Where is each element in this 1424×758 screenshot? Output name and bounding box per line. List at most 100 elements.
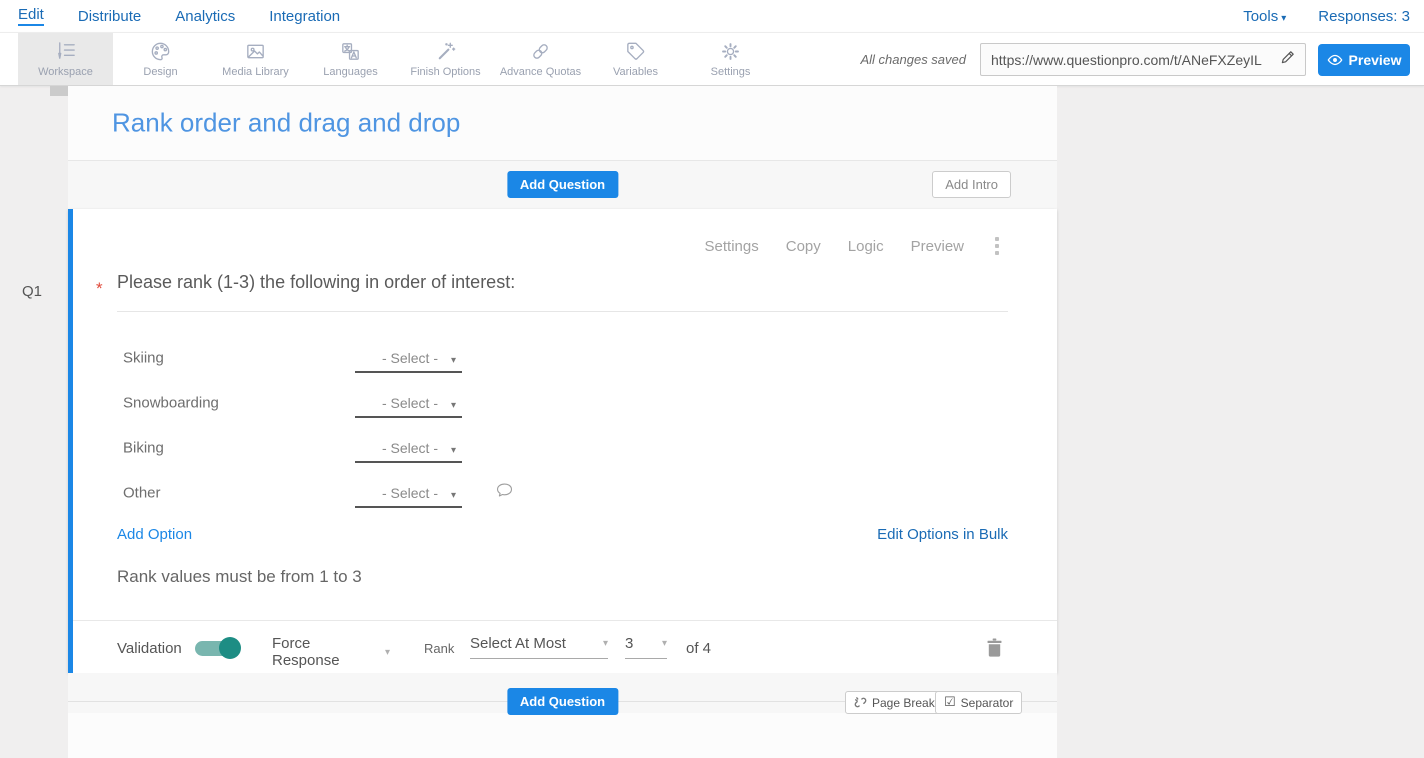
preview-label: Preview	[1349, 52, 1402, 68]
select-placeholder: - Select -	[369, 395, 451, 411]
chevron-down-icon: ▾	[451, 355, 456, 366]
toolbar-item-media-library[interactable]: Media Library	[208, 33, 303, 85]
gear-icon	[719, 40, 742, 63]
add-option-link[interactable]: Add Option	[117, 526, 192, 543]
tab-distribute[interactable]: Distribute	[78, 8, 141, 25]
count-value: 3	[625, 635, 656, 652]
top-nav-right: Tools▾ Responses: 3	[1243, 8, 1410, 25]
question-divider	[117, 311, 1008, 312]
validation-bar: Validation Force Response ▾ Rank Select …	[73, 620, 1057, 673]
chain-links-icon	[529, 40, 552, 63]
toolbar-item-label: Media Library	[222, 66, 289, 78]
toolbar-item-languages[interactable]: Languages	[303, 33, 398, 85]
chevron-down-icon: ▾	[451, 400, 456, 411]
add-question-button[interactable]: Add Question	[507, 171, 618, 198]
option-row: Skiing - Select - ▾	[73, 343, 1057, 373]
chevron-down-icon: ▾	[662, 638, 667, 649]
responses-link[interactable]: Responses: 3	[1318, 8, 1410, 25]
top-nav: Edit Distribute Analytics Integration To…	[0, 0, 1424, 32]
toolbar-item-advance-quotas[interactable]: Advance Quotas	[493, 33, 588, 85]
rank-select[interactable]: - Select - ▾	[355, 436, 462, 463]
required-marker: *	[96, 279, 103, 299]
question-card: Settings Copy Logic Preview * Please ran…	[68, 209, 1057, 673]
question-settings-link[interactable]: Settings	[705, 238, 759, 255]
editor-toolbar: Workspace Design Media Library Languages…	[0, 32, 1424, 86]
toolbar-item-variables[interactable]: Variables	[588, 33, 683, 85]
palette-icon	[149, 40, 172, 63]
option-label[interactable]: Snowboarding	[123, 395, 219, 412]
edit-url-icon[interactable]	[1280, 49, 1296, 70]
chevron-down-icon: ▾	[1281, 13, 1286, 24]
toolbar-item-label: Settings	[711, 66, 751, 78]
add-question-row-bottom: Add Question Page Break ☑ Separator	[68, 673, 1057, 758]
survey-title-section: Rank order and drag and drop	[68, 86, 1057, 161]
rank-select[interactable]: - Select - ▾	[355, 391, 462, 418]
select-mode-value: Select At Most	[470, 635, 597, 652]
tab-integration[interactable]: Integration	[269, 8, 340, 25]
separator-label: Separator	[961, 696, 1014, 710]
toolbar-item-settings[interactable]: Settings	[683, 33, 778, 85]
survey-url-field[interactable]: https://www.questionpro.com/t/ANeFXZeyIL	[980, 43, 1306, 76]
question-logic-link[interactable]: Logic	[848, 238, 884, 255]
rank-select[interactable]: - Select - ▾	[355, 346, 462, 373]
select-placeholder: - Select -	[369, 440, 451, 456]
tab-edit[interactable]: Edit	[18, 6, 44, 26]
broken-link-icon	[854, 696, 867, 709]
survey-url-text: https://www.questionpro.com/t/ANeFXZeyIL	[991, 52, 1271, 68]
preview-button[interactable]: Preview	[1318, 44, 1410, 76]
tag-icon	[624, 40, 647, 63]
checkbox-checked-icon: ☑	[944, 695, 956, 710]
toolbar-item-label: Variables	[613, 66, 658, 78]
delete-question-icon[interactable]	[987, 638, 1002, 662]
separator-button[interactable]: ☑ Separator	[935, 691, 1022, 714]
tab-analytics[interactable]: Analytics	[175, 8, 235, 25]
validation-toggle[interactable]	[195, 641, 239, 656]
tools-dropdown[interactable]: Tools▾	[1243, 8, 1286, 25]
option-row: Other - Select - ▾	[73, 478, 1057, 508]
rank-select[interactable]: - Select - ▾	[355, 481, 462, 508]
toolbar-item-label: Workspace	[38, 66, 93, 78]
toolbar-item-label: Advance Quotas	[500, 66, 581, 78]
option-label[interactable]: Biking	[123, 440, 164, 457]
comment-bubble-icon[interactable]	[496, 482, 513, 503]
translate-icon	[339, 40, 362, 63]
select-mode-dropdown[interactable]: Select At Most ▾	[470, 635, 608, 659]
rank-label: Rank	[424, 641, 454, 656]
survey-title[interactable]: Rank order and drag and drop	[112, 108, 460, 139]
autosave-status: All changes saved	[860, 33, 966, 87]
question-text[interactable]: Please rank (1-3) the following in order…	[117, 272, 515, 293]
chevron-down-icon: ▾	[451, 445, 456, 456]
option-row: Biking - Select - ▾	[73, 433, 1057, 463]
option-label[interactable]: Other	[123, 485, 161, 502]
toolbar-item-label: Finish Options	[410, 66, 480, 78]
force-response-select[interactable]: Force Response ▾	[272, 635, 390, 676]
edit-options-in-bulk-link[interactable]: Edit Options in Bulk	[877, 526, 1008, 543]
toggle-knob	[219, 637, 241, 659]
pen-list-icon	[54, 40, 77, 63]
toolbar-item-workspace[interactable]: Workspace	[18, 33, 113, 85]
page-break-button[interactable]: Page Break	[845, 691, 944, 714]
add-question-button[interactable]: Add Question	[507, 688, 618, 715]
option-row: Snowboarding - Select - ▾	[73, 388, 1057, 418]
question-menu: Settings Copy Logic Preview	[705, 237, 999, 255]
add-question-row-top: Add Question Add Intro	[68, 161, 1057, 209]
more-options-icon[interactable]	[995, 237, 999, 255]
chevron-down-icon: ▾	[603, 638, 608, 649]
question-preview-link[interactable]: Preview	[911, 238, 964, 255]
select-placeholder: - Select -	[369, 350, 451, 366]
question-number: Q1	[22, 283, 42, 300]
chevron-down-icon: ▾	[385, 647, 390, 658]
toolbar-item-design[interactable]: Design	[113, 33, 208, 85]
eye-icon	[1327, 54, 1343, 66]
force-response-value: Force Response	[272, 635, 379, 669]
toolbar-item-label: Languages	[323, 66, 377, 78]
image-icon	[244, 40, 267, 63]
toolbar-item-finish-options[interactable]: Finish Options	[398, 33, 493, 85]
question-copy-link[interactable]: Copy	[786, 238, 821, 255]
scrollbar-thumb[interactable]	[50, 86, 68, 96]
validation-label: Validation	[117, 640, 182, 657]
count-dropdown[interactable]: 3 ▾	[625, 635, 667, 659]
option-label[interactable]: Skiing	[123, 350, 164, 367]
next-page-panel	[68, 713, 1057, 758]
add-intro-button[interactable]: Add Intro	[932, 171, 1011, 198]
